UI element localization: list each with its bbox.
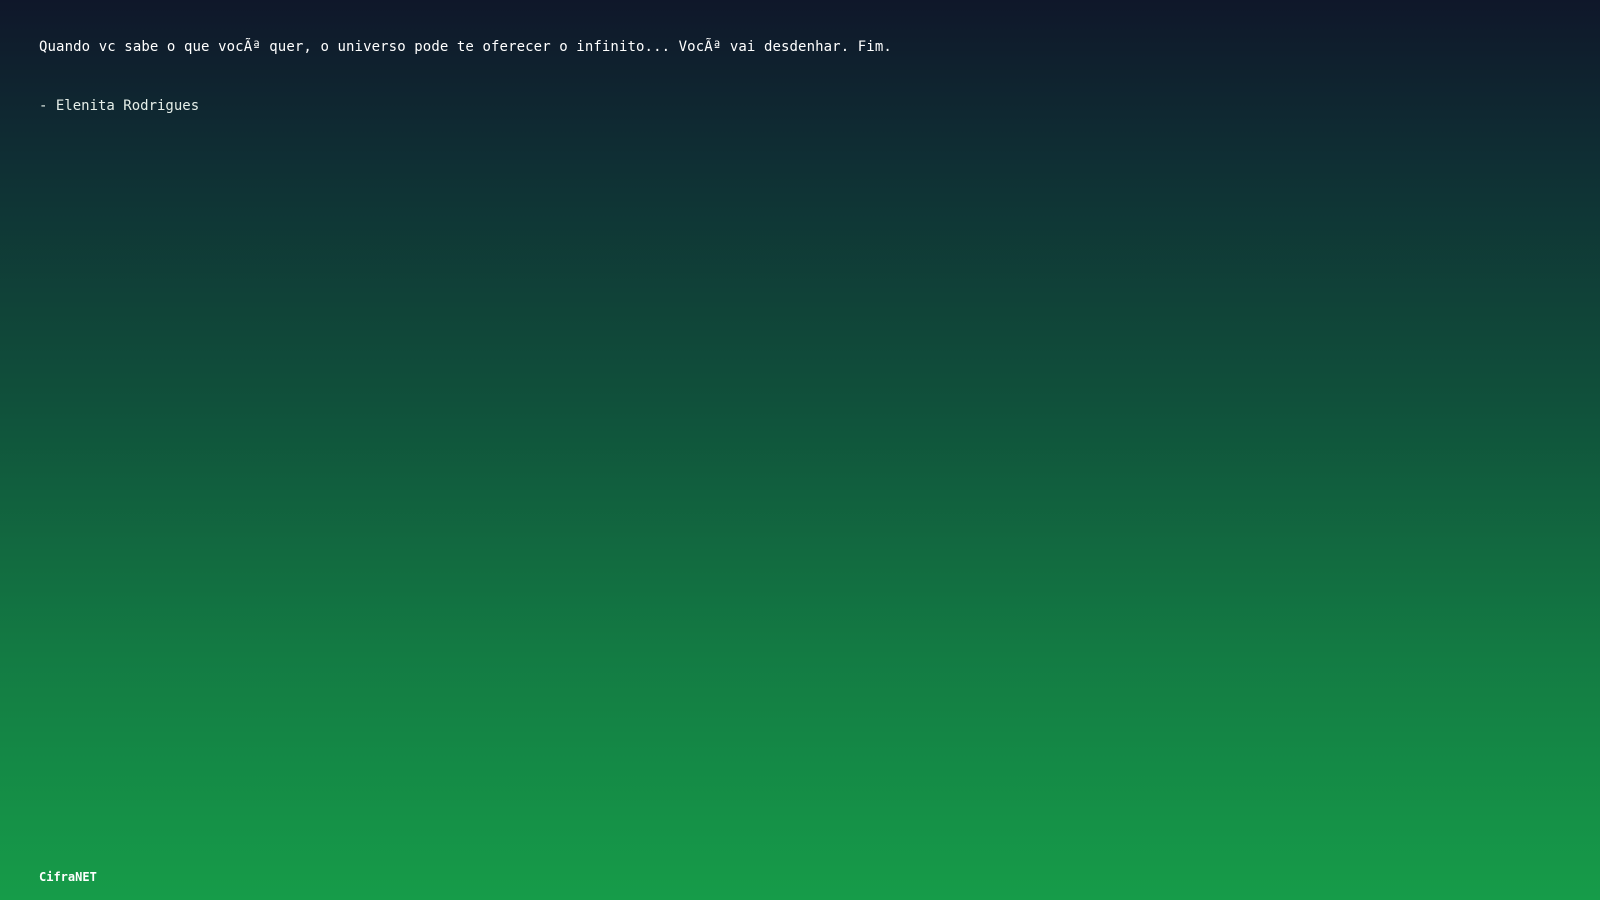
quote-container: Quando vc sabe o que vocÃª quer, o unive… bbox=[39, 37, 1439, 116]
quote-author: - Elenita Rodrigues bbox=[39, 98, 200, 114]
brand-label: CifraNET bbox=[39, 870, 97, 884]
quote-text: Quando vc sabe o que vocÃª quer, o unive… bbox=[39, 39, 892, 55]
